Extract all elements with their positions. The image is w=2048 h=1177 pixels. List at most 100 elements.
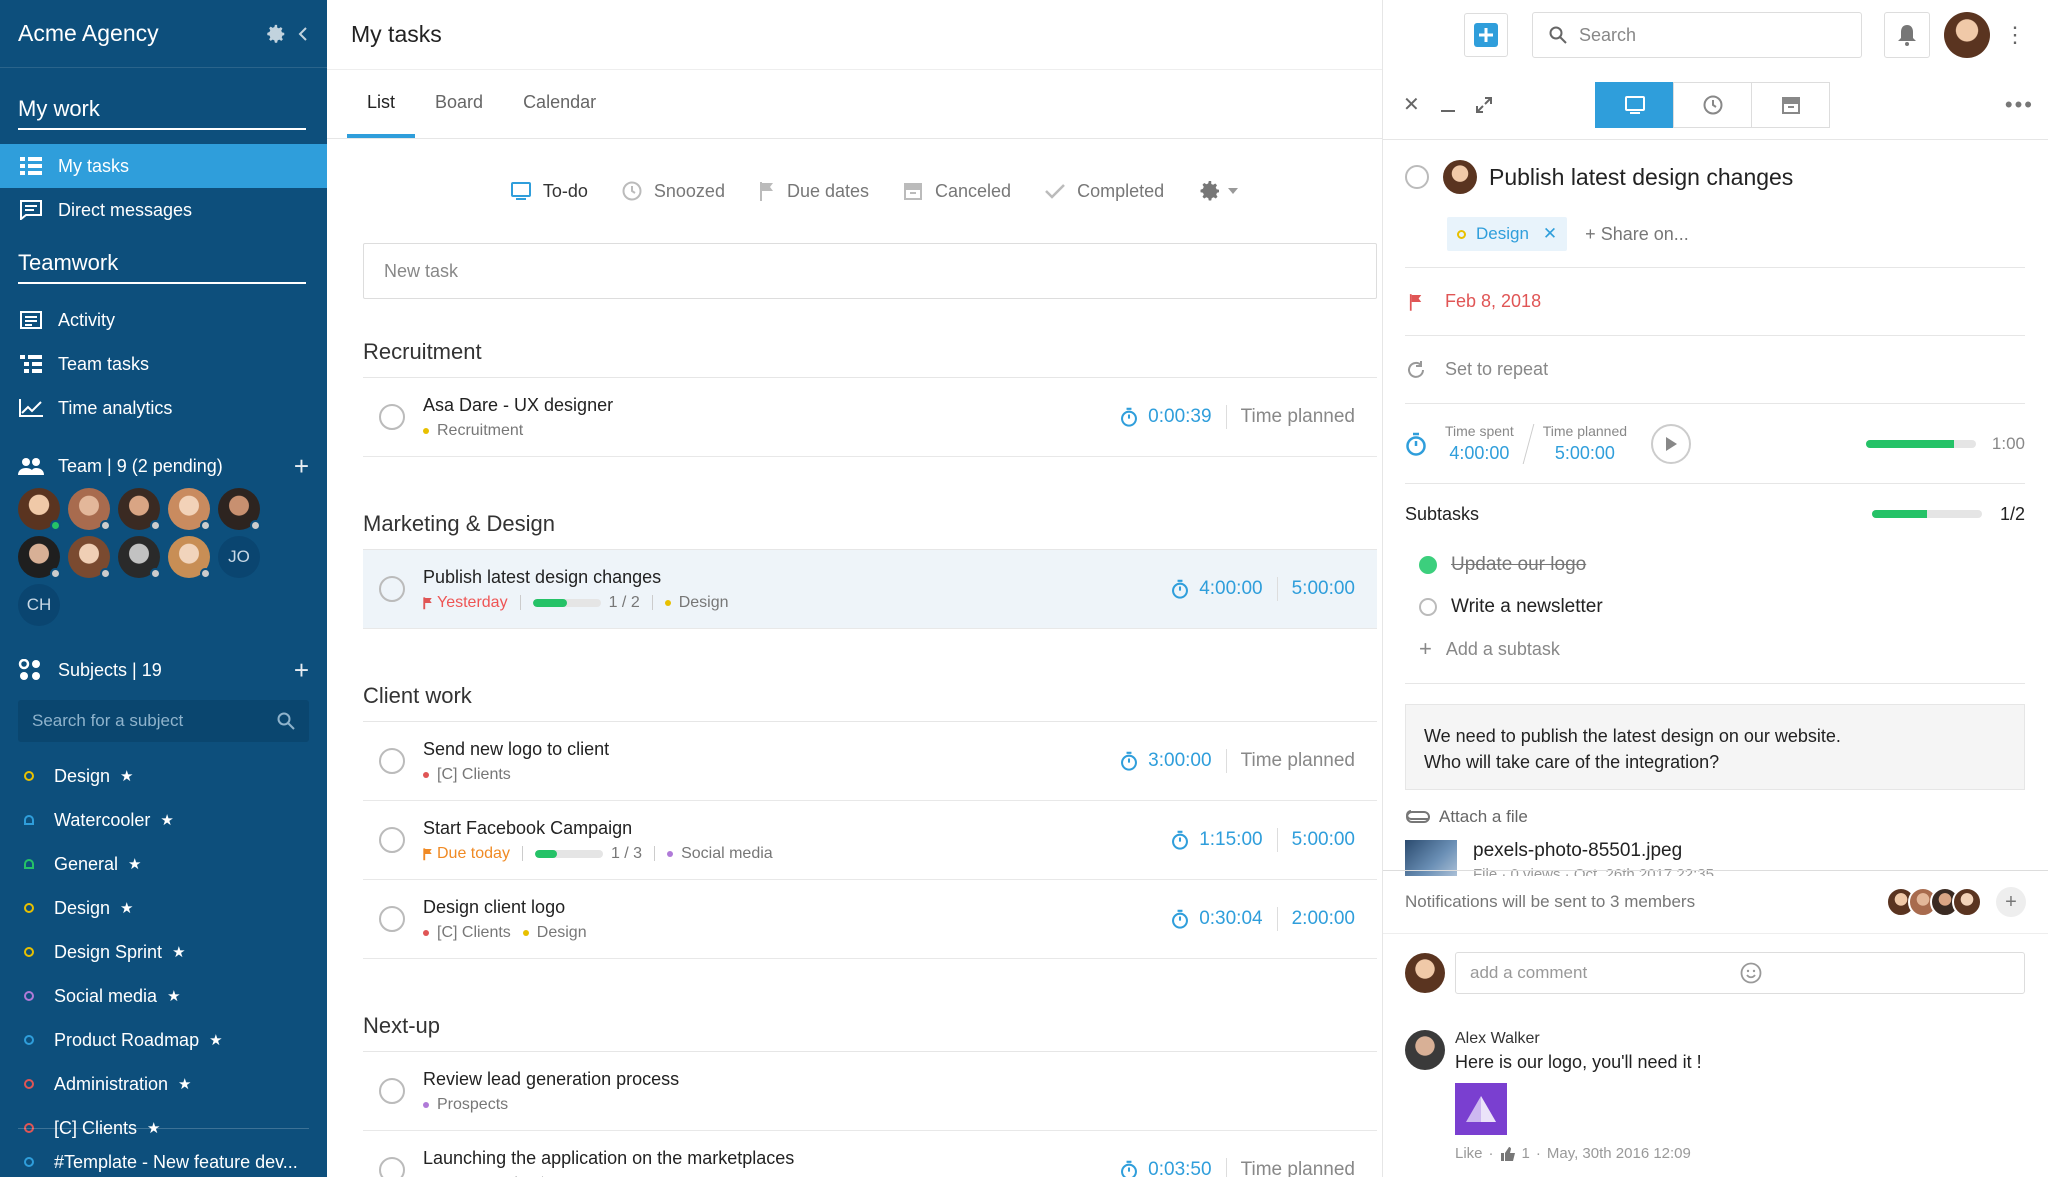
comment-attachment[interactable] bbox=[1455, 1083, 1507, 1135]
tab-snooze[interactable] bbox=[1673, 81, 1752, 128]
star-icon[interactable]: ★ bbox=[160, 811, 173, 829]
sidebar-item-time-analytics[interactable]: Time analytics bbox=[0, 386, 327, 430]
tab-archive[interactable] bbox=[1751, 81, 1830, 128]
sidebar-item-my-tasks[interactable]: My tasks bbox=[0, 144, 327, 188]
sidebar-item-team-tasks[interactable]: Team tasks bbox=[0, 342, 327, 386]
task-row[interactable]: Launching the application on the marketp… bbox=[363, 1131, 1377, 1177]
add-subject-button[interactable]: + bbox=[294, 657, 309, 683]
task-row[interactable]: Design client logo [C] Clients Design 0:30:… bbox=[363, 880, 1377, 959]
attach-file-button[interactable]: Attach a file bbox=[1405, 804, 2025, 830]
comment-input[interactable]: add a comment bbox=[1455, 952, 2025, 994]
task-checkbox[interactable] bbox=[379, 748, 405, 774]
sidebar-subject-item[interactable]: Social media ★ bbox=[0, 974, 327, 1018]
task-checkbox[interactable] bbox=[379, 1157, 405, 1177]
sidebar-subject-item[interactable]: Design ★ bbox=[0, 886, 327, 930]
filter-snoozed[interactable]: Snoozed bbox=[622, 181, 725, 202]
subject-label[interactable]: Social media bbox=[681, 845, 773, 863]
subtask-checkbox[interactable] bbox=[1419, 598, 1437, 616]
add-button[interactable] bbox=[1464, 13, 1508, 57]
subject-label[interactable]: Design bbox=[679, 594, 729, 612]
kebab-menu-icon[interactable]: ⋮ bbox=[2004, 22, 2026, 48]
new-task-input[interactable]: New task bbox=[363, 243, 1377, 299]
task-title[interactable]: Publish latest design changes bbox=[1489, 164, 1793, 191]
subject-tag[interactable]: Design ✕ bbox=[1447, 217, 1568, 251]
add-subtask-button[interactable]: + Add a subtask bbox=[1405, 628, 2025, 670]
star-icon[interactable]: ★ bbox=[120, 767, 133, 785]
notifications-button[interactable] bbox=[1884, 12, 1930, 58]
avatar-initials[interactable]: JO bbox=[218, 536, 260, 578]
share-on-button[interactable]: + Share on... bbox=[1585, 224, 1689, 245]
subject-search-input[interactable]: Search for a subject bbox=[18, 700, 309, 742]
sidebar-item-template[interactable]: #Template - New feature dev... bbox=[0, 1140, 322, 1177]
subtask-checkbox[interactable] bbox=[1419, 556, 1437, 574]
time-planned[interactable]: Time planned bbox=[1241, 750, 1355, 772]
avatar[interactable] bbox=[118, 536, 161, 579]
avatar[interactable] bbox=[68, 536, 111, 579]
filter-settings[interactable] bbox=[1198, 179, 1239, 203]
avatar[interactable] bbox=[1952, 887, 1982, 917]
remove-tag-icon[interactable]: ✕ bbox=[1543, 224, 1557, 244]
task-description[interactable]: We need to publish the latest design on … bbox=[1405, 704, 2025, 790]
avatar[interactable] bbox=[168, 488, 211, 531]
task-row[interactable]: Asa Dare - UX designer Recruitment 0:00:39… bbox=[363, 378, 1377, 457]
filter-completed[interactable]: Completed bbox=[1045, 181, 1164, 202]
time-spent[interactable]: 0:30:04 bbox=[1171, 908, 1263, 930]
tab-calendar[interactable]: Calendar bbox=[503, 92, 616, 138]
minimize-icon[interactable] bbox=[1440, 97, 1456, 113]
avatar-initials[interactable]: CH bbox=[18, 584, 60, 626]
close-icon[interactable]: ✕ bbox=[1403, 92, 1420, 117]
comment-author[interactable]: Alex Walker bbox=[1455, 1030, 1702, 1048]
avatar[interactable] bbox=[118, 488, 161, 531]
sidebar-subject-item[interactable]: Watercooler ★ bbox=[0, 798, 327, 842]
tab-task-details[interactable] bbox=[1595, 81, 1674, 128]
sidebar-item-activity[interactable]: Activity bbox=[0, 298, 327, 342]
expand-icon[interactable] bbox=[1475, 96, 1492, 113]
star-icon[interactable]: ★ bbox=[167, 987, 180, 1005]
star-icon[interactable]: ★ bbox=[209, 1031, 222, 1049]
sidebar-item-direct-messages[interactable]: Direct messages bbox=[0, 188, 327, 232]
like-button[interactable]: Like bbox=[1455, 1145, 1483, 1162]
task-checkbox[interactable] bbox=[379, 827, 405, 853]
task-row[interactable]: Review lead generation process Prospects bbox=[363, 1052, 1377, 1131]
avatar[interactable] bbox=[18, 536, 61, 579]
gear-icon[interactable] bbox=[265, 23, 287, 45]
subtask-item[interactable]: Update our logo bbox=[1405, 544, 2025, 586]
complete-checkbox[interactable] bbox=[1405, 165, 1429, 189]
time-spent[interactable]: 3:00:00 bbox=[1120, 750, 1212, 772]
due-date-row[interactable]: Feb 8, 2018 bbox=[1405, 268, 2025, 336]
time-spent[interactable]: Time spent 4:00:00 bbox=[1445, 423, 1514, 464]
time-spent[interactable]: 1:15:00 bbox=[1171, 829, 1263, 851]
star-icon[interactable]: ★ bbox=[120, 899, 133, 917]
task-checkbox[interactable] bbox=[379, 906, 405, 932]
star-icon[interactable]: ★ bbox=[128, 855, 141, 873]
filter-canceled[interactable]: Canceled bbox=[903, 181, 1011, 202]
star-icon[interactable]: ★ bbox=[172, 943, 185, 961]
task-row[interactable]: Publish latest design changes Yesterday 1 … bbox=[363, 550, 1377, 629]
subject-label[interactable]: [C] Clients bbox=[437, 924, 511, 942]
subject-label[interactable]: Design bbox=[537, 924, 587, 942]
time-planned[interactable]: Time planned 5:00:00 bbox=[1543, 423, 1627, 464]
sidebar-subject-item[interactable]: Design Sprint ★ bbox=[0, 930, 327, 974]
subject-label[interactable]: [C] Clients bbox=[437, 766, 511, 784]
search-input[interactable]: Search bbox=[1532, 12, 1862, 58]
repeat-row[interactable]: Set to repeat bbox=[1405, 336, 2025, 404]
more-options-icon[interactable]: ••• bbox=[2005, 92, 2034, 118]
star-icon[interactable]: ★ bbox=[178, 1075, 191, 1093]
time-spent[interactable]: 0:03:50 bbox=[1120, 1159, 1212, 1177]
time-spent[interactable]: 0:00:39 bbox=[1120, 406, 1212, 428]
add-member-button[interactable]: + bbox=[294, 453, 309, 479]
tab-list[interactable]: List bbox=[347, 92, 416, 138]
workspace-name[interactable]: Acme Agency bbox=[18, 20, 255, 47]
assignee-avatar[interactable] bbox=[1443, 160, 1477, 194]
time-planned[interactable]: 2:00:00 bbox=[1292, 908, 1355, 930]
avatar[interactable] bbox=[18, 488, 61, 531]
time-planned[interactable]: 5:00:00 bbox=[1292, 578, 1355, 600]
time-planned[interactable]: Time planned bbox=[1241, 406, 1355, 428]
task-row[interactable]: Start Facebook Campaign Due today 1 / 3 Soc… bbox=[363, 801, 1377, 880]
collapse-sidebar-icon[interactable] bbox=[297, 26, 309, 41]
filter-todo[interactable]: To-do bbox=[510, 181, 588, 202]
tab-board[interactable]: Board bbox=[415, 92, 503, 138]
emoji-icon[interactable] bbox=[1740, 962, 2010, 984]
user-avatar[interactable] bbox=[1944, 12, 1990, 58]
subtask-item[interactable]: Write a newsletter bbox=[1405, 586, 2025, 628]
